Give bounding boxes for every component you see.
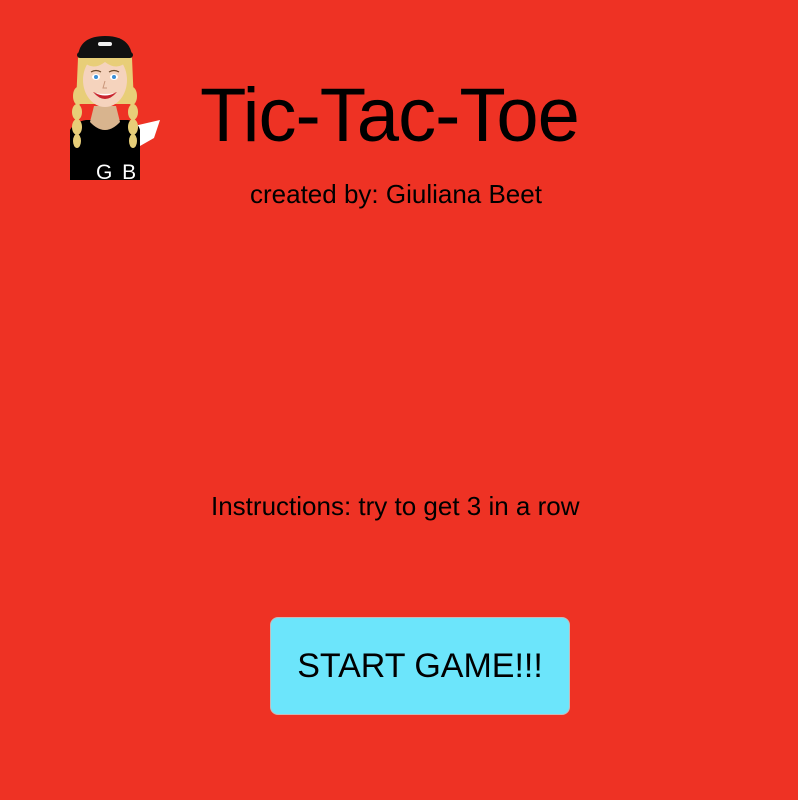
start-game-button[interactable]: START GAME!!! <box>270 617 570 715</box>
author-credit: created by: Giuliana Beet <box>250 179 542 209</box>
avatar-initials: G B <box>96 161 139 184</box>
instructions-text: Instructions: try to get 3 in a row <box>211 491 580 521</box>
page-title: Tic-Tac-Toe <box>200 73 580 158</box>
avatar-image: G B <box>68 34 164 184</box>
